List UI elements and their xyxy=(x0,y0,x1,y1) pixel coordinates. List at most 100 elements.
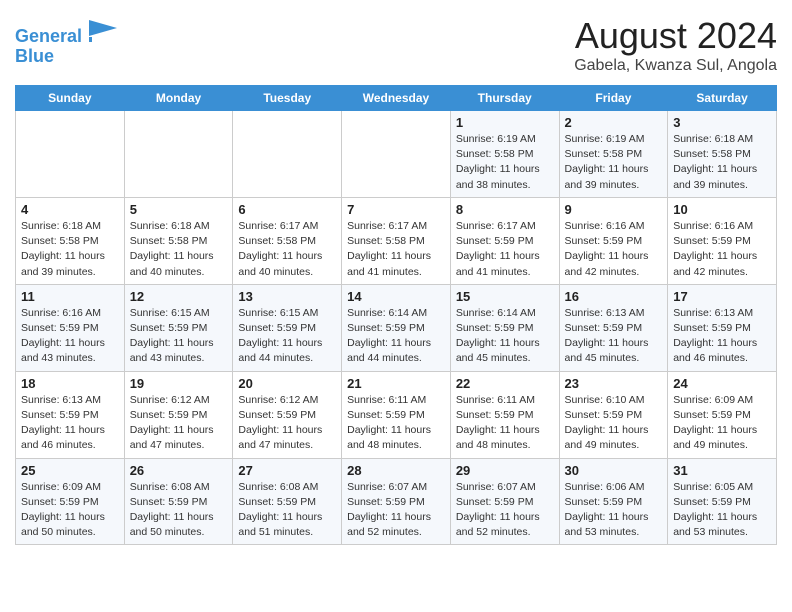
day-header-friday: Friday xyxy=(559,86,668,111)
logo-flag-icon xyxy=(89,20,117,42)
calendar-cell: 13 Sunrise: 6:15 AM Sunset: 5:59 PM Dayli… xyxy=(233,284,342,371)
day-number: 13 xyxy=(238,289,336,304)
day-info: Sunrise: 6:09 AM Sunset: 5:59 PM Dayligh… xyxy=(673,393,771,454)
month-title: August 2024 xyxy=(574,15,777,57)
calendar-week-row: 4 Sunrise: 6:18 AM Sunset: 5:58 PM Daylig… xyxy=(16,197,777,284)
day-number: 25 xyxy=(21,463,119,478)
day-header-sunday: Sunday xyxy=(16,86,125,111)
calendar-cell: 24 Sunrise: 6:09 AM Sunset: 5:59 PM Dayli… xyxy=(668,371,777,458)
day-number: 15 xyxy=(456,289,554,304)
day-info: Sunrise: 6:17 AM Sunset: 5:58 PM Dayligh… xyxy=(238,219,336,280)
calendar-header-row: SundayMondayTuesdayWednesdayThursdayFrid… xyxy=(16,86,777,111)
calendar-cell: 8Sunrise: 6:17 AM Sunset: 5:59 PM Daylig… xyxy=(450,197,559,284)
day-info: Sunrise: 6:15 AM Sunset: 5:59 PM Dayligh… xyxy=(238,306,336,367)
calendar-cell: 31 Sunrise: 6:05 AM Sunset: 5:59 PM Dayli… xyxy=(668,458,777,545)
day-number: 14 xyxy=(347,289,445,304)
day-info: Sunrise: 6:08 AM Sunset: 5:59 PM Dayligh… xyxy=(238,480,336,541)
day-info: Sunrise: 6:05 AM Sunset: 5:59 PM Dayligh… xyxy=(673,480,771,541)
day-number: 24 xyxy=(673,376,771,391)
calendar-cell: 11 Sunrise: 6:16 AM Sunset: 5:59 PM Dayli… xyxy=(16,284,125,371)
calendar-cell: 1Sunrise: 6:19 AM Sunset: 5:58 PM Daylig… xyxy=(450,111,559,198)
day-info: Sunrise: 6:11 AM Sunset: 5:59 PM Dayligh… xyxy=(456,393,554,454)
day-info: Sunrise: 6:14 AM Sunset: 5:59 PM Dayligh… xyxy=(456,306,554,367)
location-title: Gabela, Kwanza Sul, Angola xyxy=(574,57,777,75)
calendar-cell: 7Sunrise: 6:17 AM Sunset: 5:58 PM Daylig… xyxy=(342,197,451,284)
day-info: Sunrise: 6:12 AM Sunset: 5:59 PM Dayligh… xyxy=(130,393,228,454)
day-info: Sunrise: 6:17 AM Sunset: 5:58 PM Dayligh… xyxy=(347,219,445,280)
day-number: 12 xyxy=(130,289,228,304)
day-number: 31 xyxy=(673,463,771,478)
calendar-cell: 25 Sunrise: 6:09 AM Sunset: 5:59 PM Dayli… xyxy=(16,458,125,545)
day-info: Sunrise: 6:11 AM Sunset: 5:59 PM Dayligh… xyxy=(347,393,445,454)
calendar-cell: 3Sunrise: 6:18 AM Sunset: 5:58 PM Daylig… xyxy=(668,111,777,198)
calendar-cell xyxy=(16,111,125,198)
day-number: 21 xyxy=(347,376,445,391)
day-info: Sunrise: 6:09 AM Sunset: 5:59 PM Dayligh… xyxy=(21,480,119,541)
calendar-cell: 14 Sunrise: 6:14 AM Sunset: 5:59 PM Dayli… xyxy=(342,284,451,371)
day-header-saturday: Saturday xyxy=(668,86,777,111)
day-info: Sunrise: 6:10 AM Sunset: 5:59 PM Dayligh… xyxy=(565,393,663,454)
day-number: 18 xyxy=(21,376,119,391)
day-info: Sunrise: 6:14 AM Sunset: 5:59 PM Dayligh… xyxy=(347,306,445,367)
page-header: General Blue August 2024 Gabela, Kwanza … xyxy=(15,15,777,75)
calendar-week-row: 25 Sunrise: 6:09 AM Sunset: 5:59 PM Dayli… xyxy=(16,458,777,545)
day-info: Sunrise: 6:13 AM Sunset: 5:59 PM Dayligh… xyxy=(21,393,119,454)
day-number: 28 xyxy=(347,463,445,478)
day-header-thursday: Thursday xyxy=(450,86,559,111)
day-number: 2 xyxy=(565,115,663,130)
day-number: 23 xyxy=(565,376,663,391)
day-number: 5 xyxy=(130,202,228,217)
logo-general: General xyxy=(15,26,82,46)
day-info: Sunrise: 6:16 AM Sunset: 5:59 PM Dayligh… xyxy=(673,219,771,280)
day-header-monday: Monday xyxy=(124,86,233,111)
day-number: 30 xyxy=(565,463,663,478)
logo: General Blue xyxy=(15,20,117,67)
calendar-cell xyxy=(124,111,233,198)
calendar-cell: 17Sunrise: 6:13 AM Sunset: 5:59 PM Dayli… xyxy=(668,284,777,371)
calendar-cell: 18 Sunrise: 6:13 AM Sunset: 5:59 PM Dayli… xyxy=(16,371,125,458)
day-number: 4 xyxy=(21,202,119,217)
calendar-table: SundayMondayTuesdayWednesdayThursdayFrid… xyxy=(15,85,777,545)
day-number: 27 xyxy=(238,463,336,478)
calendar-cell: 27 Sunrise: 6:08 AM Sunset: 5:59 PM Dayli… xyxy=(233,458,342,545)
day-number: 1 xyxy=(456,115,554,130)
day-number: 9 xyxy=(565,202,663,217)
calendar-cell: 23 Sunrise: 6:10 AM Sunset: 5:59 PM Dayli… xyxy=(559,371,668,458)
day-number: 22 xyxy=(456,376,554,391)
calendar-cell: 5Sunrise: 6:18 AM Sunset: 5:58 PM Daylig… xyxy=(124,197,233,284)
day-info: Sunrise: 6:18 AM Sunset: 5:58 PM Dayligh… xyxy=(21,219,119,280)
day-info: Sunrise: 6:07 AM Sunset: 5:59 PM Dayligh… xyxy=(456,480,554,541)
calendar-cell: 4 Sunrise: 6:18 AM Sunset: 5:58 PM Daylig… xyxy=(16,197,125,284)
day-info: Sunrise: 6:16 AM Sunset: 5:59 PM Dayligh… xyxy=(565,219,663,280)
calendar-cell: 2 Sunrise: 6:19 AM Sunset: 5:58 PM Daylig… xyxy=(559,111,668,198)
calendar-cell: 6 Sunrise: 6:17 AM Sunset: 5:58 PM Daylig… xyxy=(233,197,342,284)
day-info: Sunrise: 6:19 AM Sunset: 5:58 PM Dayligh… xyxy=(565,132,663,193)
day-info: Sunrise: 6:07 AM Sunset: 5:59 PM Dayligh… xyxy=(347,480,445,541)
day-info: Sunrise: 6:08 AM Sunset: 5:59 PM Dayligh… xyxy=(130,480,228,541)
day-info: Sunrise: 6:13 AM Sunset: 5:59 PM Dayligh… xyxy=(565,306,663,367)
day-number: 29 xyxy=(456,463,554,478)
day-number: 10 xyxy=(673,202,771,217)
calendar-cell: 15 Sunrise: 6:14 AM Sunset: 5:59 PM Dayli… xyxy=(450,284,559,371)
day-number: 19 xyxy=(130,376,228,391)
day-info: Sunrise: 6:12 AM Sunset: 5:59 PM Dayligh… xyxy=(238,393,336,454)
calendar-cell xyxy=(233,111,342,198)
day-info: Sunrise: 6:06 AM Sunset: 5:59 PM Dayligh… xyxy=(565,480,663,541)
day-info: Sunrise: 6:13 AM Sunset: 5:59 PM Dayligh… xyxy=(673,306,771,367)
day-number: 26 xyxy=(130,463,228,478)
day-info: Sunrise: 6:18 AM Sunset: 5:58 PM Dayligh… xyxy=(673,132,771,193)
calendar-cell: 20Sunrise: 6:12 AM Sunset: 5:59 PM Dayli… xyxy=(233,371,342,458)
calendar-week-row: 18 Sunrise: 6:13 AM Sunset: 5:59 PM Dayli… xyxy=(16,371,777,458)
calendar-cell: 16 Sunrise: 6:13 AM Sunset: 5:59 PM Dayli… xyxy=(559,284,668,371)
calendar-cell: 29 Sunrise: 6:07 AM Sunset: 5:59 PM Dayli… xyxy=(450,458,559,545)
calendar-cell xyxy=(342,111,451,198)
day-number: 16 xyxy=(565,289,663,304)
day-number: 8 xyxy=(456,202,554,217)
logo-blue: Blue xyxy=(15,46,54,66)
calendar-cell: 22 Sunrise: 6:11 AM Sunset: 5:59 PM Dayli… xyxy=(450,371,559,458)
day-header-wednesday: Wednesday xyxy=(342,86,451,111)
calendar-cell: 9 Sunrise: 6:16 AM Sunset: 5:59 PM Daylig… xyxy=(559,197,668,284)
day-number: 11 xyxy=(21,289,119,304)
day-number: 6 xyxy=(238,202,336,217)
day-info: Sunrise: 6:16 AM Sunset: 5:59 PM Dayligh… xyxy=(21,306,119,367)
